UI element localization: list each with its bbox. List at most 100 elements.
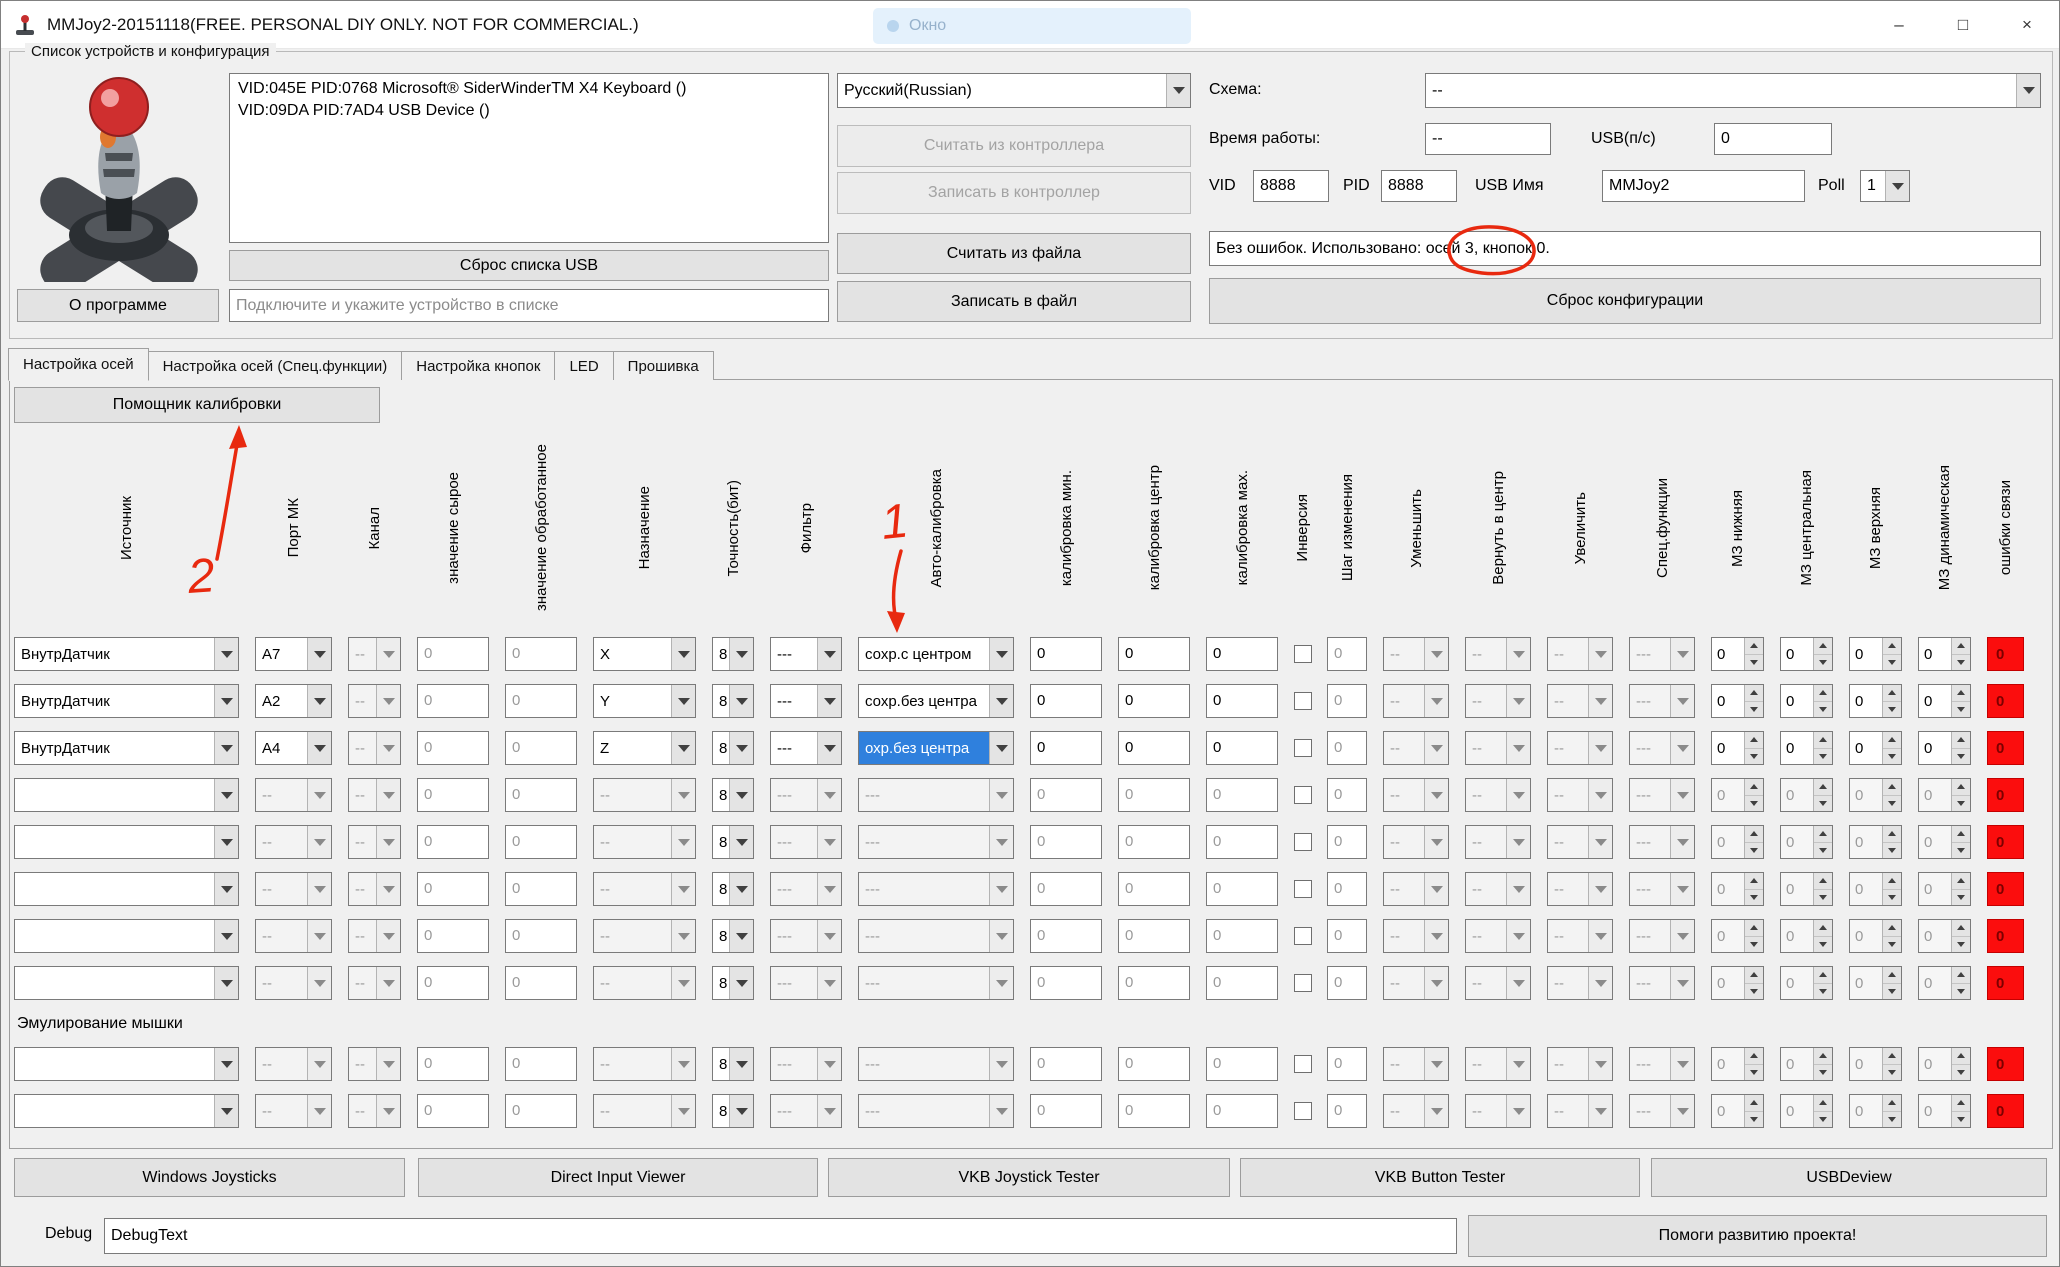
device-hint-field[interactable]: Подключите и укажите устройство в списке <box>229 289 829 322</box>
about-button[interactable]: О программе <box>17 289 219 322</box>
spinner-up-icon[interactable] <box>1883 920 1901 937</box>
calib_max-field[interactable]: 0 <box>1206 731 1278 765</box>
spinner-down-icon[interactable] <box>1883 702 1901 718</box>
scheme-select[interactable]: -- <box>1425 73 2041 108</box>
source-select[interactable]: ВнутрДатчик <box>14 731 239 765</box>
mz_dynamic-spinner[interactable]: 0 <box>1918 731 1971 765</box>
vid-field[interactable]: 8888 <box>1253 170 1329 202</box>
spinner-down-icon[interactable] <box>1952 843 1970 859</box>
source-select[interactable] <box>14 1094 239 1128</box>
source-select[interactable] <box>14 825 239 859</box>
usb-name-field[interactable]: MMJoy2 <box>1602 170 1805 202</box>
spinner-down-icon[interactable] <box>1745 796 1763 812</box>
calib_max-field[interactable]: 0 <box>1206 637 1278 671</box>
maximize-button[interactable]: □ <box>1931 1 1995 49</box>
port-select[interactable]: A4 <box>255 731 332 765</box>
usb-device-list[interactable]: VID:045E PID:0768 Microsoft® SiderWinder… <box>229 73 829 243</box>
spinner-up-icon[interactable] <box>1883 967 1901 984</box>
spinner-down-icon[interactable] <box>1952 1112 1970 1128</box>
direct-input-viewer-button[interactable]: Direct Input Viewer <box>418 1158 818 1197</box>
spinner-down-icon[interactable] <box>1745 937 1763 953</box>
assignment-select[interactable]: Y <box>593 684 696 718</box>
precision-select[interactable]: 8 <box>712 872 754 906</box>
spinner-down-icon[interactable] <box>1814 749 1832 765</box>
spinner-up-icon[interactable] <box>1814 873 1832 890</box>
reset-config-button[interactable]: Сброс конфигурации <box>1209 278 2041 324</box>
write-to-file-button[interactable]: Записать в файл <box>837 281 1191 322</box>
source-select[interactable] <box>14 966 239 1000</box>
spinner-up-icon[interactable] <box>1745 732 1763 749</box>
spinner-up-icon[interactable] <box>1814 779 1832 796</box>
spinner-down-icon[interactable] <box>1952 655 1970 671</box>
precision-select[interactable]: 8 <box>712 778 754 812</box>
spinner-up-icon[interactable] <box>1745 967 1763 984</box>
source-select[interactable]: ВнутрДатчик <box>14 637 239 671</box>
precision-select[interactable]: 8 <box>712 637 754 671</box>
spinner-down-icon[interactable] <box>1883 1065 1901 1081</box>
port-select[interactable]: A7 <box>255 637 332 671</box>
source-select[interactable] <box>14 919 239 953</box>
spinner-down-icon[interactable] <box>1883 984 1901 1000</box>
spinner-up-icon[interactable] <box>1952 1095 1970 1112</box>
autocalib-select[interactable]: охр.без центра <box>858 731 1014 765</box>
calib_center-field[interactable]: 0 <box>1118 684 1190 718</box>
spinner-down-icon[interactable] <box>1745 655 1763 671</box>
spinner-down-icon[interactable] <box>1814 655 1832 671</box>
spinner-down-icon[interactable] <box>1814 1065 1832 1081</box>
spinner-down-icon[interactable] <box>1883 1112 1901 1128</box>
spinner-up-icon[interactable] <box>1814 732 1832 749</box>
tab-2[interactable]: Настройка кнопок <box>401 351 555 380</box>
spinner-up-icon[interactable] <box>1883 873 1901 890</box>
spinner-up-icon[interactable] <box>1814 1095 1832 1112</box>
spinner-up-icon[interactable] <box>1814 920 1832 937</box>
precision-select[interactable]: 8 <box>712 731 754 765</box>
precision-select[interactable]: 8 <box>712 966 754 1000</box>
device-list-item[interactable]: VID:045E PID:0768 Microsoft® SiderWinder… <box>238 78 820 100</box>
spinner-up-icon[interactable] <box>1745 638 1763 655</box>
spinner-down-icon[interactable] <box>1952 984 1970 1000</box>
spinner-up-icon[interactable] <box>1883 826 1901 843</box>
mz_low-spinner[interactable]: 0 <box>1711 731 1764 765</box>
calib_min-field[interactable]: 0 <box>1030 637 1102 671</box>
mz_high-spinner[interactable]: 0 <box>1849 637 1902 671</box>
spinner-down-icon[interactable] <box>1745 890 1763 906</box>
spinner-down-icon[interactable] <box>1745 1112 1763 1128</box>
minimize-button[interactable]: – <box>1867 1 1931 49</box>
autocalib-select[interactable]: сохр.с центром <box>858 637 1014 671</box>
spinner-down-icon[interactable] <box>1952 890 1970 906</box>
port-select[interactable]: A2 <box>255 684 332 718</box>
mz_high-spinner[interactable]: 0 <box>1849 731 1902 765</box>
calib_center-field[interactable]: 0 <box>1118 637 1190 671</box>
spinner-down-icon[interactable] <box>1814 843 1832 859</box>
spinner-up-icon[interactable] <box>1952 967 1970 984</box>
language-select[interactable]: Русский(Russian) <box>837 73 1191 108</box>
calib_center-field[interactable]: 0 <box>1118 731 1190 765</box>
spinner-down-icon[interactable] <box>1883 655 1901 671</box>
spinner-up-icon[interactable] <box>1952 732 1970 749</box>
calibration-wizard-button[interactable]: Помощник калибровки <box>14 387 380 423</box>
mz_center-spinner[interactable]: 0 <box>1780 731 1833 765</box>
source-select[interactable]: ВнутрДатчик <box>14 684 239 718</box>
inversion-checkbox[interactable] <box>1294 974 1312 992</box>
mz_dynamic-spinner[interactable]: 0 <box>1918 684 1971 718</box>
inversion-checkbox[interactable] <box>1294 833 1312 851</box>
usbdeview-button[interactable]: USBDeview <box>1651 1158 2047 1197</box>
vkb-joystick-tester-button[interactable]: VKB Joystick Tester <box>828 1158 1230 1197</box>
spinner-up-icon[interactable] <box>1952 638 1970 655</box>
spinner-down-icon[interactable] <box>1883 749 1901 765</box>
mz_low-spinner[interactable]: 0 <box>1711 684 1764 718</box>
mz_high-spinner[interactable]: 0 <box>1849 684 1902 718</box>
filter-select[interactable]: --- <box>770 637 842 671</box>
spinner-up-icon[interactable] <box>1952 873 1970 890</box>
spinner-down-icon[interactable] <box>1952 937 1970 953</box>
inversion-checkbox[interactable] <box>1294 880 1312 898</box>
mz_low-spinner[interactable]: 0 <box>1711 637 1764 671</box>
spinner-up-icon[interactable] <box>1883 1048 1901 1065</box>
spinner-up-icon[interactable] <box>1745 779 1763 796</box>
spinner-down-icon[interactable] <box>1814 796 1832 812</box>
spinner-down-icon[interactable] <box>1814 702 1832 718</box>
spinner-up-icon[interactable] <box>1952 779 1970 796</box>
tab-4[interactable]: Прошивка <box>613 351 714 380</box>
reset-usb-list-button[interactable]: Сброс списка USB <box>229 250 829 281</box>
spinner-down-icon[interactable] <box>1745 843 1763 859</box>
